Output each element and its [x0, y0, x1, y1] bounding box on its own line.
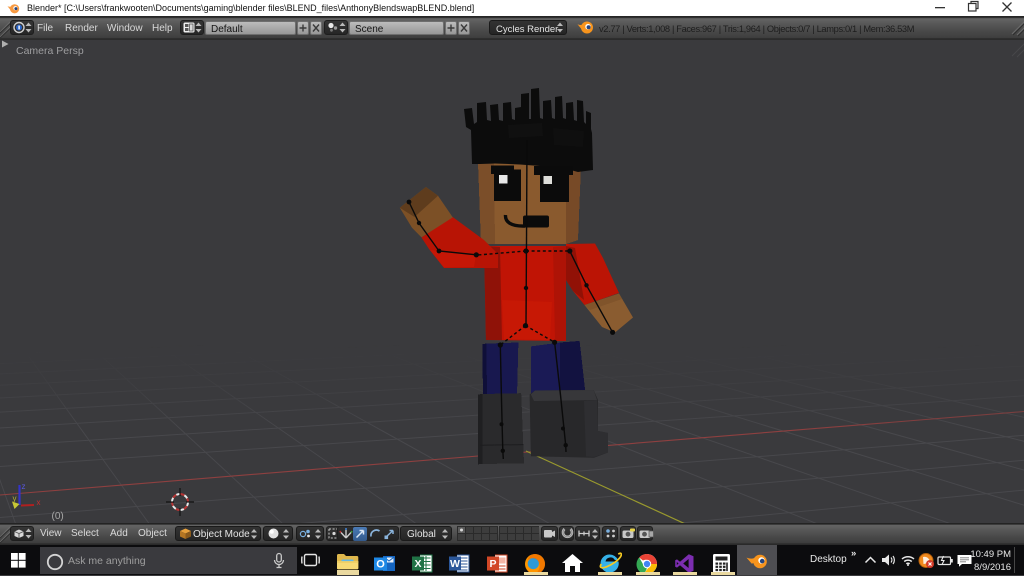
svg-text:(0): (0) [52, 511, 64, 522]
svg-text:X: X [414, 558, 421, 570]
svg-text:x: x [37, 498, 41, 507]
svg-text:W: W [450, 558, 460, 570]
svg-text:P: P [489, 558, 496, 570]
svg-text:y: y [13, 494, 17, 503]
svg-text:z: z [22, 482, 26, 491]
svg-text:O: O [376, 559, 385, 571]
svg-text:Camera Persp: Camera Persp [16, 45, 84, 57]
